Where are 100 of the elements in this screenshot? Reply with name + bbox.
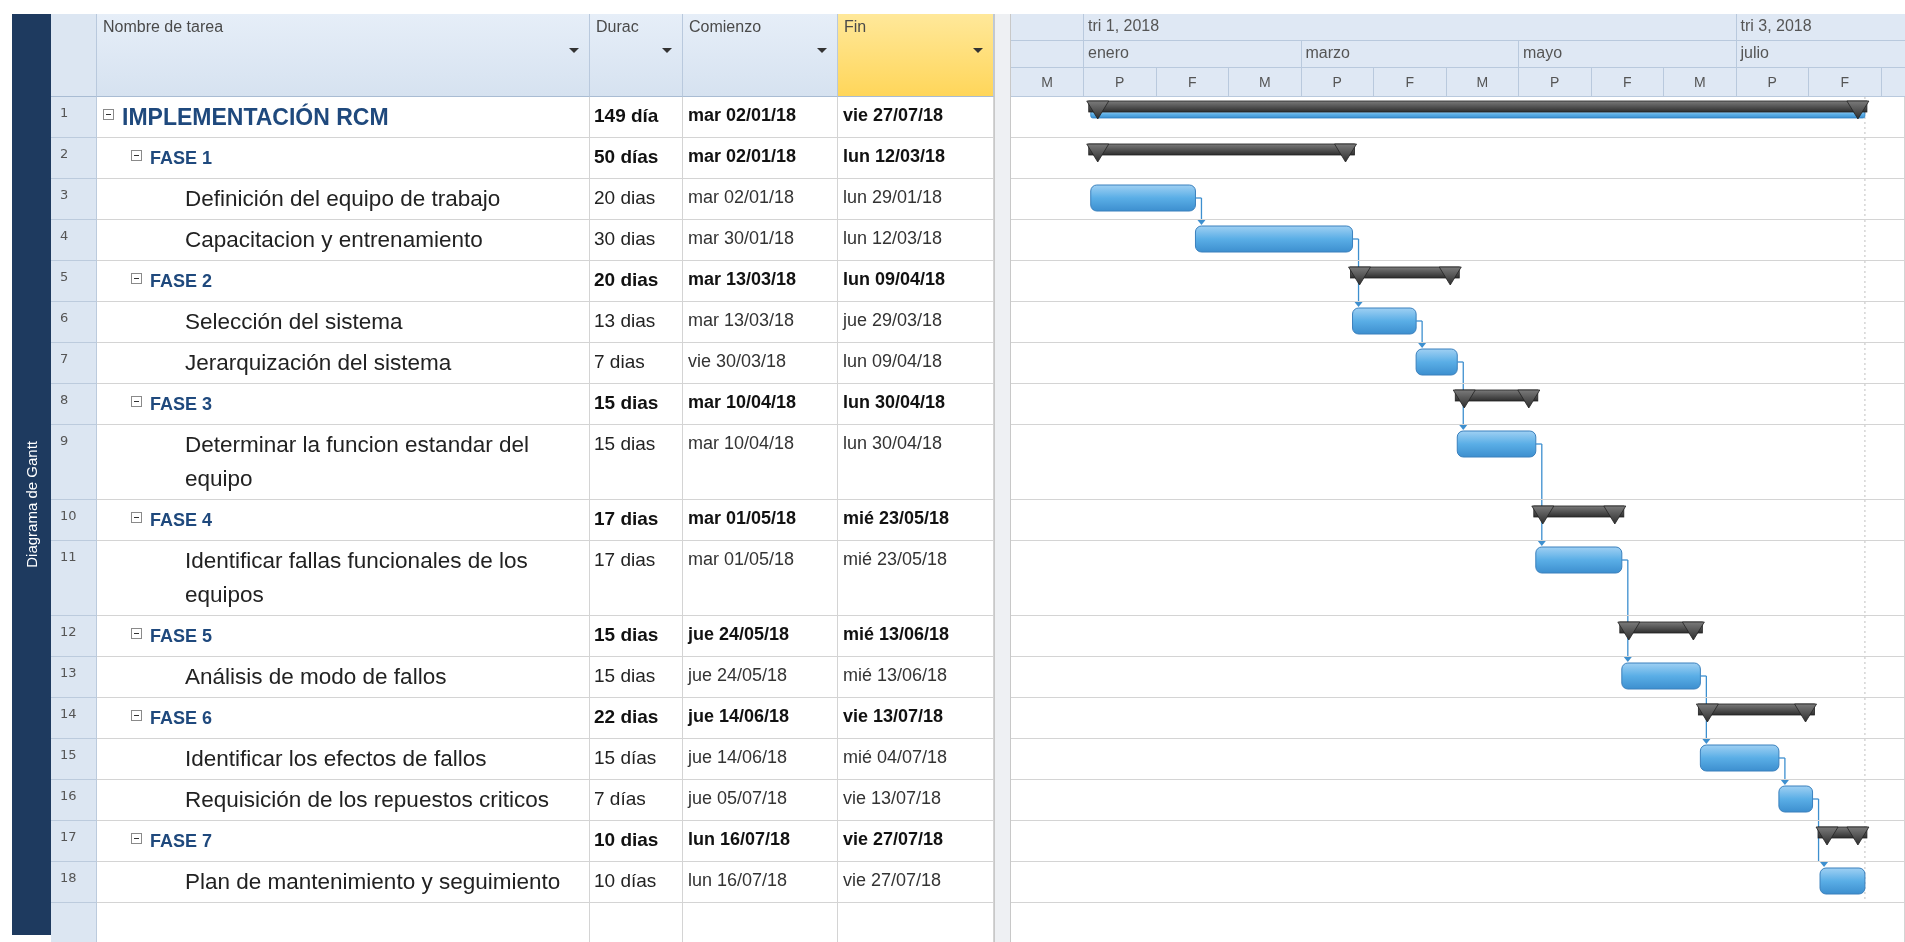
- task-name: Determinar la funcion estandar del equipo: [185, 431, 530, 493]
- task-name: FASE 7: [150, 830, 213, 853]
- duration-cell: 149 día: [590, 97, 683, 138]
- collapse-icon[interactable]: [131, 396, 142, 407]
- connector-arrow: [1820, 862, 1829, 867]
- duration-cell: 20 dias: [590, 261, 683, 302]
- row-number: 8: [51, 384, 97, 425]
- duration-cell: 15 dias: [590, 657, 683, 698]
- connector-arrow: [1702, 739, 1711, 744]
- timescale-label: julio: [1740, 44, 1769, 62]
- column-header[interactable]: Nombre de tarea: [97, 14, 590, 97]
- row-number: 9: [51, 425, 97, 500]
- row-number: 11: [51, 541, 97, 616]
- start-date-cell: vie 30/03/18: [683, 343, 838, 384]
- duration-cell: 17 dias: [590, 500, 683, 541]
- start-date-cell: jue 24/05/18: [683, 657, 838, 698]
- column-header[interactable]: Comienzo: [683, 14, 838, 97]
- timescale-label: tri 3, 2018: [1740, 17, 1812, 35]
- timescale-label: M: [1258, 74, 1271, 90]
- duration-cell: 17 dias: [590, 541, 683, 616]
- collapse-icon[interactable]: [131, 150, 142, 161]
- task-name: Análisis de modo de fallos: [185, 663, 447, 691]
- start-date-cell: mar 02/01/18: [683, 97, 838, 138]
- connector-arrow: [1459, 425, 1468, 430]
- collapse-icon[interactable]: [131, 273, 142, 284]
- timescale-label: mayo: [1523, 44, 1563, 62]
- dropdown-arrow-icon[interactable]: [973, 48, 983, 53]
- task-name: Definición del equipo de trabajo: [185, 185, 501, 213]
- task-name: Plan de mantenimiento y seguimiento: [185, 868, 561, 896]
- duration-cell: 20 dias: [590, 179, 683, 220]
- duration-cell: 15 dias: [590, 616, 683, 657]
- start-date-cell: mar 13/03/18: [683, 261, 838, 302]
- start-date-cell: mar 02/01/18: [683, 179, 838, 220]
- duration-cell: 15 días: [590, 739, 683, 780]
- row-number: 3: [51, 179, 97, 220]
- row-number: 2: [51, 138, 97, 179]
- duration-cell: 7 dias: [590, 343, 683, 384]
- timescale-label: M: [1693, 74, 1706, 90]
- timescale-label: tri 1, 2018: [1088, 17, 1160, 35]
- column-header[interactable]: Durac: [590, 14, 683, 97]
- collapse-icon[interactable]: [131, 628, 142, 639]
- connector-arrow: [1780, 780, 1789, 785]
- timescale-label: P: [1550, 74, 1560, 90]
- row-number: 7: [51, 343, 97, 384]
- row-number: 18: [51, 862, 97, 903]
- dropdown-arrow-icon[interactable]: [662, 48, 672, 53]
- timescale-label: P: [1767, 74, 1777, 90]
- collapse-icon[interactable]: [103, 109, 114, 120]
- dropdown-arrow-icon[interactable]: [569, 48, 579, 53]
- task-name: Capacitacion y entrenamiento: [185, 226, 483, 254]
- timescale-label: enero: [1088, 44, 1129, 62]
- start-date-cell: lun 16/07/18: [683, 862, 838, 903]
- dropdown-arrow-icon[interactable]: [817, 48, 827, 53]
- task-name: Jerarquización del sistema: [185, 349, 452, 377]
- start-date-cell: jue 24/05/18: [683, 616, 838, 657]
- row-number: 12: [51, 616, 97, 657]
- collapse-icon[interactable]: [131, 512, 142, 523]
- timescale-label: F: [1405, 74, 1415, 90]
- duration-cell: 15 dias: [590, 425, 683, 500]
- task-name: Requisición de los repuestos criticos: [185, 786, 549, 814]
- connector-arrow: [1418, 343, 1427, 348]
- task-name: FASE 3: [150, 393, 213, 416]
- connector-arrow: [1354, 302, 1363, 307]
- view-label[interactable]: Diagrama de Gantt: [23, 441, 40, 568]
- row-number: 1: [51, 97, 97, 138]
- task-name: Identificar los efectos de fallos: [185, 745, 487, 773]
- task-name: FASE 6: [150, 707, 213, 730]
- task-name: FASE 1: [150, 147, 213, 170]
- collapse-icon[interactable]: [131, 833, 142, 844]
- timescale-label: marzo: [1305, 44, 1350, 62]
- row-number: 6: [51, 302, 97, 343]
- timescale-label: M: [1041, 74, 1053, 90]
- task-name: IMPLEMENTACIÓN RCM: [122, 102, 389, 132]
- start-date-cell: mar 13/03/18: [683, 302, 838, 343]
- connector-line: [1194, 197, 1203, 219]
- column-header[interactable]: Fin: [838, 14, 994, 97]
- start-date-cell: jue 05/07/18: [683, 780, 838, 821]
- collapse-icon[interactable]: [131, 710, 142, 721]
- start-date-cell: jue 14/06/18: [683, 739, 838, 780]
- connector-line: [1778, 757, 1786, 779]
- task-bar: [1778, 785, 1814, 813]
- row-number: 13: [51, 657, 97, 698]
- duration-cell: 15 dias: [590, 384, 683, 425]
- task-name: Selección del sistema: [185, 308, 403, 336]
- row-number: 17: [51, 821, 97, 862]
- timescale-label: F: [1187, 74, 1197, 90]
- task-name: FASE 2: [150, 270, 213, 293]
- row-number: 5: [51, 261, 97, 302]
- task-name: FASE 5: [150, 625, 213, 648]
- connector-line: [1415, 320, 1423, 342]
- task-name: Identificar fallas funcionales de los equipos: [185, 547, 529, 609]
- row-header: [51, 903, 97, 942]
- timescale-label: M: [1476, 74, 1489, 90]
- duration-cell: 7 días: [590, 780, 683, 821]
- start-date-cell: mar 01/05/18: [683, 541, 838, 616]
- timescale-label: P: [1332, 74, 1342, 90]
- start-date-cell: mar 10/04/18: [683, 425, 838, 500]
- start-date-cell: mar 30/01/18: [683, 220, 838, 261]
- start-date-cell: mar 10/04/18: [683, 384, 838, 425]
- row-number: 15: [51, 739, 97, 780]
